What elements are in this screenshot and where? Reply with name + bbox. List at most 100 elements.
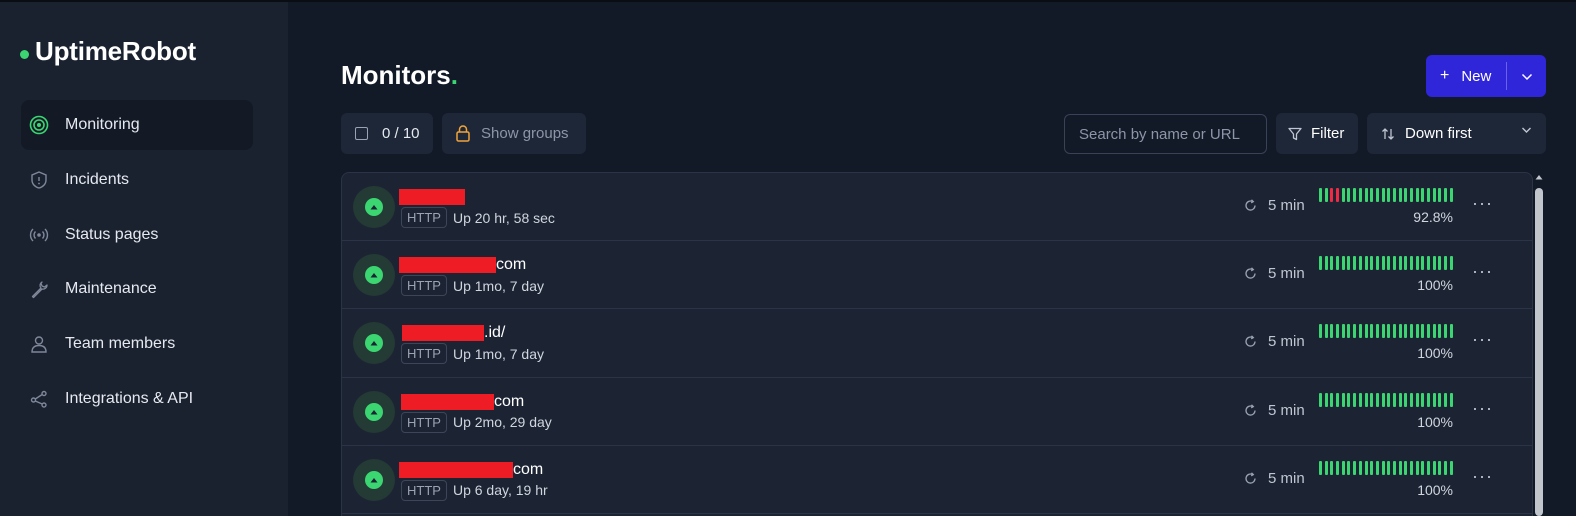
uptime-bar-up[interactable] bbox=[1392, 324, 1396, 339]
uptime-bar-up[interactable] bbox=[1387, 392, 1391, 407]
uptime-bar-down[interactable] bbox=[1330, 188, 1334, 202]
uptime-bar-up[interactable] bbox=[1387, 324, 1391, 339]
uptime-bar-up[interactable] bbox=[1364, 460, 1368, 475]
sidebar-item-status-pages[interactable]: Status pages bbox=[21, 210, 253, 260]
uptime-bar-up[interactable] bbox=[1381, 392, 1385, 407]
uptime-bar-up[interactable] bbox=[1347, 324, 1351, 339]
uptime-bar-up[interactable] bbox=[1392, 188, 1396, 202]
uptime-bar-up[interactable] bbox=[1392, 256, 1396, 271]
uptime-bar-up[interactable] bbox=[1415, 392, 1419, 407]
uptime-bar-up[interactable] bbox=[1404, 392, 1408, 407]
new-monitor-button[interactable]: + New bbox=[1426, 55, 1546, 97]
uptime-bar-up[interactable] bbox=[1330, 460, 1334, 475]
uptime-bar-up[interactable] bbox=[1404, 256, 1408, 271]
uptime-bar-up[interactable] bbox=[1353, 460, 1357, 475]
uptime-bar-up[interactable] bbox=[1381, 188, 1385, 202]
uptime-bar-up[interactable] bbox=[1387, 188, 1391, 202]
uptime-bar-up[interactable] bbox=[1364, 324, 1368, 339]
uptime-bar-up[interactable] bbox=[1449, 188, 1453, 202]
more-options-icon[interactable]: ··· bbox=[1472, 261, 1493, 282]
uptime-bar-up[interactable] bbox=[1341, 392, 1345, 407]
uptime-bar-up[interactable] bbox=[1341, 256, 1345, 271]
sidebar-item-team-members[interactable]: Team members bbox=[21, 319, 253, 369]
uptime-bar-up[interactable] bbox=[1398, 392, 1402, 407]
uptime-bar-up[interactable] bbox=[1398, 256, 1402, 271]
uptime-bar-up[interactable] bbox=[1336, 392, 1340, 407]
new-button-main[interactable]: + New bbox=[1426, 55, 1506, 97]
uptime-bar-up[interactable] bbox=[1427, 188, 1431, 202]
uptime-bar-up[interactable] bbox=[1387, 256, 1391, 271]
uptime-bar-up[interactable] bbox=[1387, 460, 1391, 475]
uptime-bar-up[interactable] bbox=[1444, 256, 1448, 271]
uptime-bar-up[interactable] bbox=[1421, 188, 1425, 202]
uptime-bar-up[interactable] bbox=[1319, 256, 1322, 271]
uptime-bar-up[interactable] bbox=[1364, 188, 1368, 202]
monitor-name[interactable]: com bbox=[399, 253, 526, 277]
uptime-bar-up[interactable] bbox=[1438, 392, 1442, 407]
uptime-bar-up[interactable] bbox=[1432, 188, 1436, 202]
uptime-bar-up[interactable] bbox=[1415, 460, 1419, 475]
uptime-bar-up[interactable] bbox=[1421, 324, 1425, 339]
sidebar-item-integrations-api[interactable]: Integrations & API bbox=[21, 374, 253, 424]
uptime-bar-up[interactable] bbox=[1449, 256, 1453, 271]
search-input[interactable]: Search by name or URL bbox=[1064, 114, 1267, 154]
uptime-bar-up[interactable] bbox=[1358, 392, 1362, 407]
uptime-bar-up[interactable] bbox=[1375, 392, 1379, 407]
uptime-bar-up[interactable] bbox=[1381, 324, 1385, 339]
uptime-bar-up[interactable] bbox=[1404, 324, 1408, 339]
uptime-bar-up[interactable] bbox=[1438, 256, 1442, 271]
uptime-bar-up[interactable] bbox=[1415, 324, 1419, 339]
monitor-name[interactable] bbox=[399, 185, 465, 209]
more-options-icon[interactable]: ··· bbox=[1472, 193, 1493, 214]
new-button-dropdown[interactable] bbox=[1507, 55, 1546, 97]
uptime-bar-up[interactable] bbox=[1324, 392, 1328, 407]
sidebar-item-maintenance[interactable]: Maintenance bbox=[21, 264, 253, 314]
uptime-bar-up[interactable] bbox=[1336, 460, 1340, 475]
uptime-bar-up[interactable] bbox=[1392, 460, 1396, 475]
uptime-bar-up[interactable] bbox=[1341, 188, 1345, 202]
uptime-bar-up[interactable] bbox=[1410, 256, 1413, 271]
uptime-bar-up[interactable] bbox=[1427, 324, 1431, 339]
more-options-icon[interactable]: ··· bbox=[1472, 398, 1493, 419]
uptime-bar-up[interactable] bbox=[1404, 188, 1408, 202]
uptime-bar-up[interactable] bbox=[1324, 256, 1328, 271]
uptime-bar-up[interactable] bbox=[1358, 324, 1362, 339]
filter-button[interactable]: Filter bbox=[1276, 113, 1358, 154]
uptime-bar-up[interactable] bbox=[1427, 460, 1431, 475]
uptime-bar-up[interactable] bbox=[1427, 392, 1431, 407]
select-all-checkbox[interactable] bbox=[355, 127, 368, 140]
uptime-bar-up[interactable] bbox=[1353, 324, 1357, 339]
uptime-bar-up[interactable] bbox=[1330, 256, 1334, 271]
more-options-icon[interactable]: ··· bbox=[1472, 329, 1493, 350]
uptime-bar-up[interactable] bbox=[1398, 460, 1402, 475]
uptime-bar-up[interactable] bbox=[1415, 256, 1419, 271]
uptime-bar-up[interactable] bbox=[1375, 256, 1379, 271]
uptime-bar-up[interactable] bbox=[1438, 188, 1442, 202]
uptime-bar-up[interactable] bbox=[1324, 324, 1328, 339]
uptime-bar-up[interactable] bbox=[1410, 392, 1413, 407]
uptime-bar-up[interactable] bbox=[1364, 392, 1368, 407]
uptime-bar-up[interactable] bbox=[1336, 256, 1340, 271]
sidebar-item-incidents[interactable]: Incidents bbox=[21, 155, 253, 205]
more-options-icon[interactable]: ··· bbox=[1472, 466, 1493, 487]
uptime-bar-up[interactable] bbox=[1427, 256, 1431, 271]
uptime-bar-up[interactable] bbox=[1336, 324, 1340, 339]
uptime-bar-up[interactable] bbox=[1410, 324, 1413, 339]
uptime-bar-up[interactable] bbox=[1370, 460, 1374, 475]
uptime-bar-up[interactable] bbox=[1432, 324, 1436, 339]
uptime-bar-up[interactable] bbox=[1421, 460, 1425, 475]
uptime-bar-down[interactable] bbox=[1336, 188, 1340, 202]
uptime-bar-up[interactable] bbox=[1398, 188, 1402, 202]
uptime-bar-up[interactable] bbox=[1370, 324, 1374, 339]
uptime-bar-up[interactable] bbox=[1421, 392, 1425, 407]
show-groups-button[interactable]: Show groups bbox=[442, 113, 586, 154]
uptime-bar-up[interactable] bbox=[1330, 392, 1334, 407]
uptime-bar-up[interactable] bbox=[1358, 188, 1362, 202]
uptime-bar-up[interactable] bbox=[1449, 324, 1453, 339]
uptime-bar-up[interactable] bbox=[1347, 188, 1351, 202]
uptime-bar-up[interactable] bbox=[1449, 460, 1453, 475]
monitor-name[interactable]: .id/ bbox=[399, 321, 505, 345]
uptime-bar-up[interactable] bbox=[1353, 256, 1357, 271]
uptime-bar-up[interactable] bbox=[1438, 324, 1442, 339]
uptime-bar-up[interactable] bbox=[1444, 392, 1448, 407]
